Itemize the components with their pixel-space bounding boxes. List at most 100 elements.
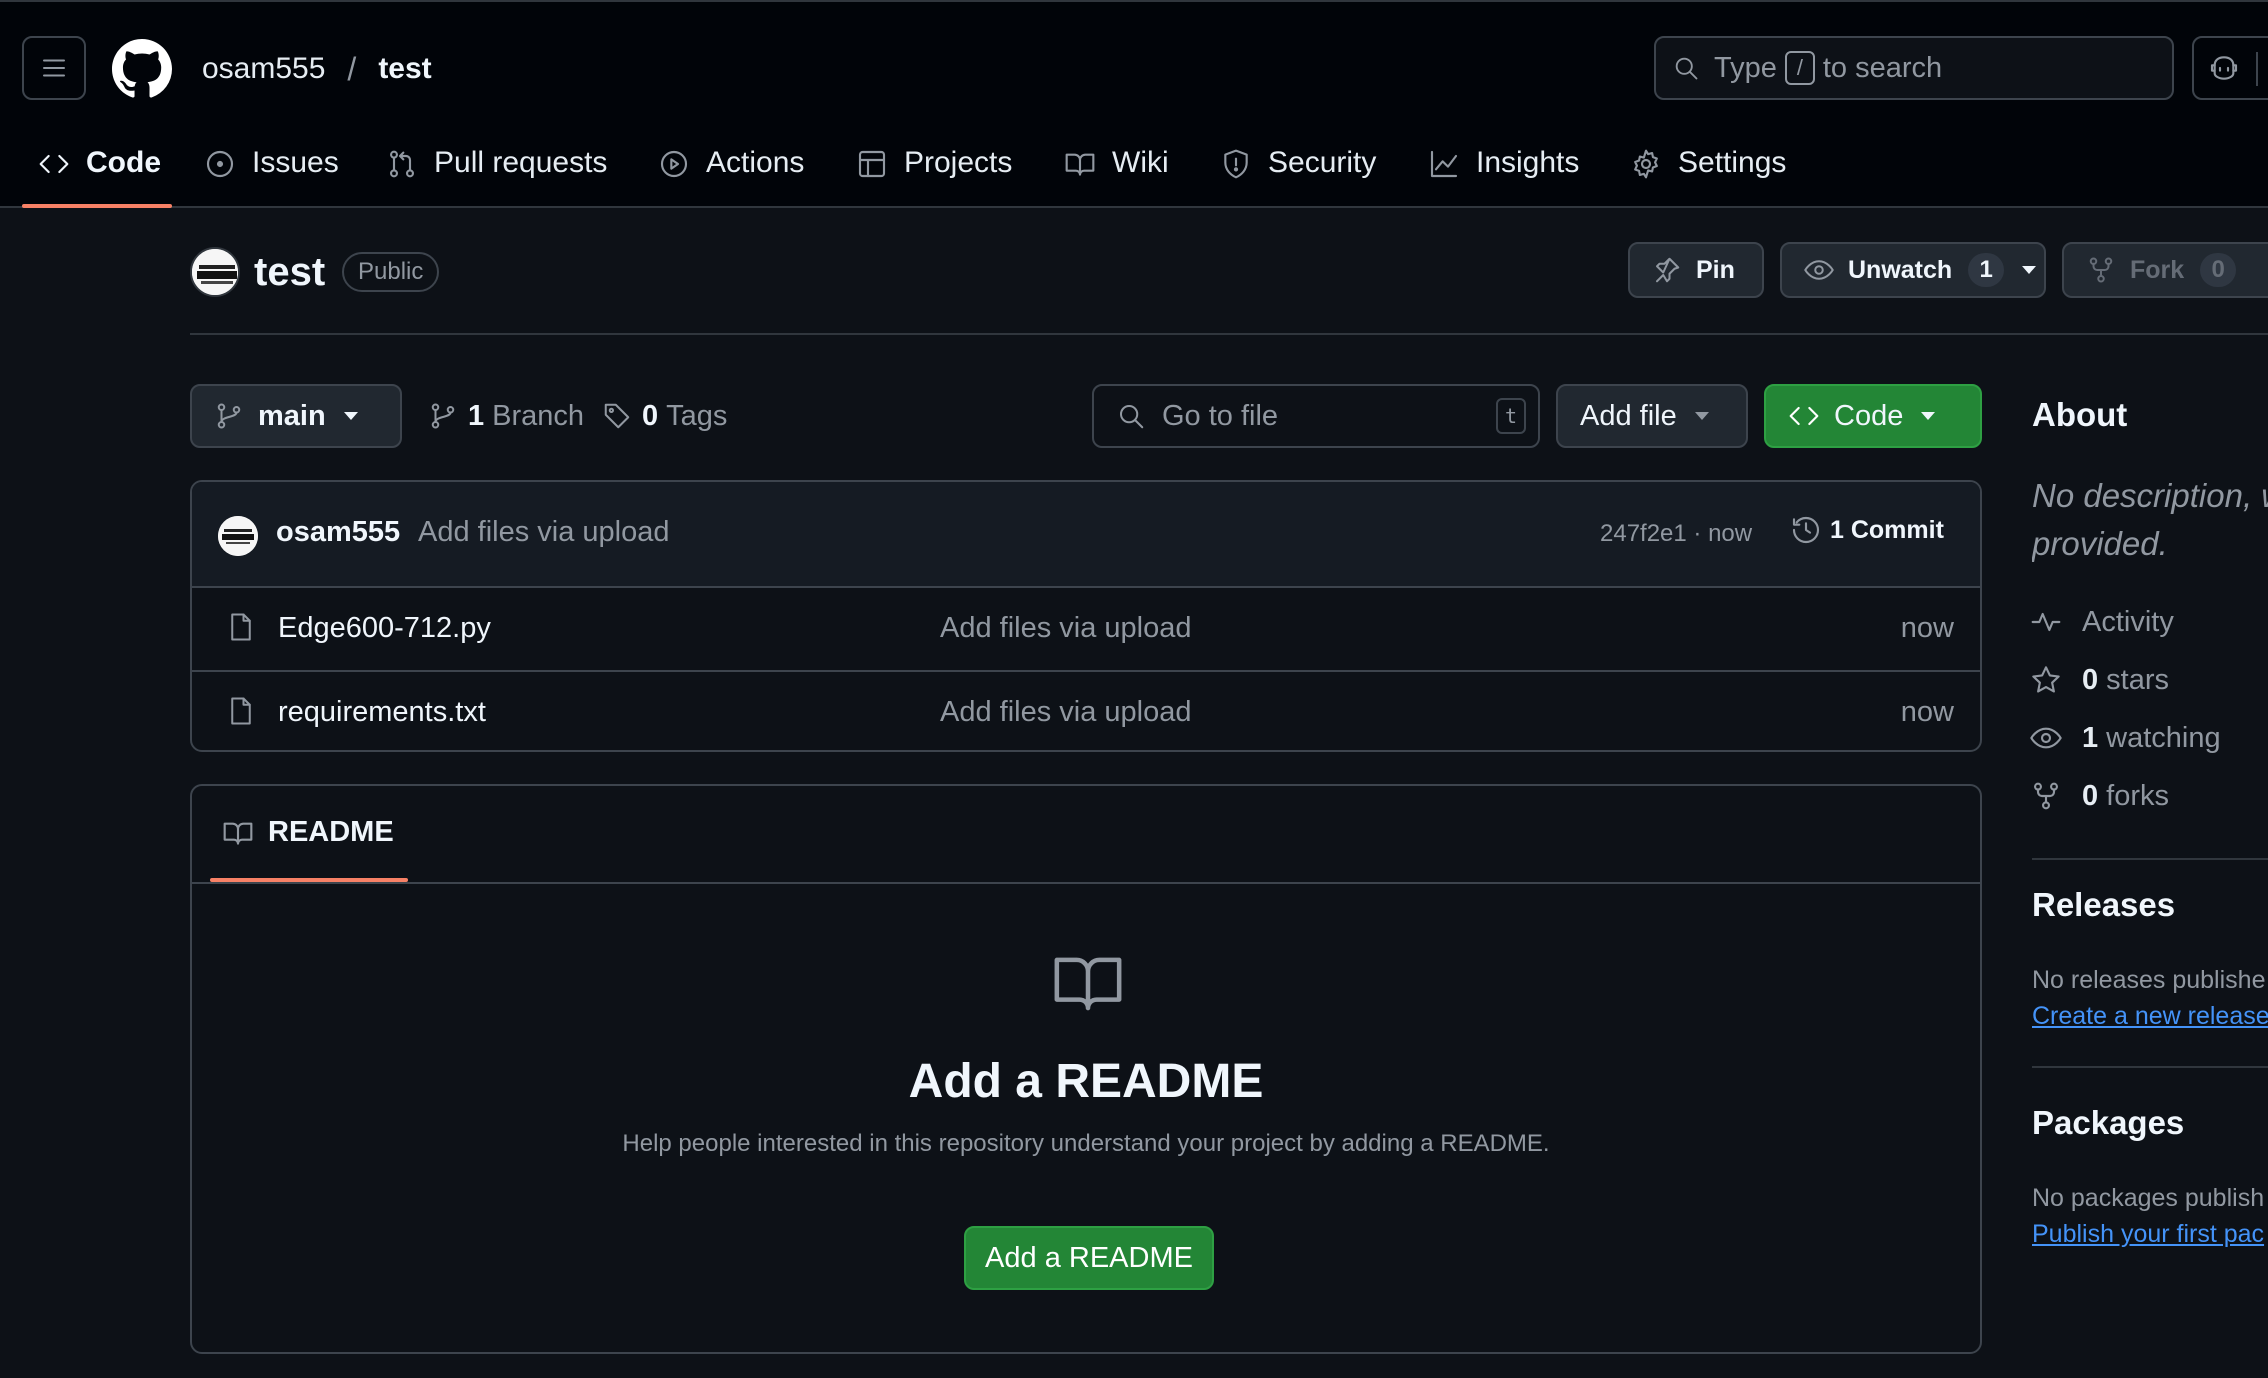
code-icon — [1788, 400, 1820, 432]
table-row: requirements.txt Add files via upload no… — [192, 670, 1980, 750]
forks-link[interactable]: 0 forks — [2030, 776, 2169, 816]
pin-icon — [1652, 255, 1682, 285]
readme-panel: README Add a README Help people interest… — [190, 784, 1982, 1354]
commit-author[interactable]: osam555 — [276, 516, 400, 549]
commit-message[interactable]: Add files via upload — [418, 516, 670, 549]
issue-icon — [204, 148, 236, 180]
branch-icon — [214, 401, 244, 431]
tag-count: 0 — [642, 399, 659, 432]
github-logo-icon[interactable] — [112, 39, 172, 99]
search-icon — [1116, 401, 1146, 431]
pin-button[interactable]: Pin — [1628, 242, 1764, 298]
divider — [2032, 1066, 2268, 1068]
go-to-file-shortcut: t — [1496, 398, 1526, 434]
breadcrumb-owner[interactable]: osam555 — [202, 52, 325, 86]
chevron-down-icon — [1694, 412, 1709, 420]
tab-actions-label: Actions — [706, 146, 805, 179]
commits-link[interactable]: 1 Commit — [1790, 514, 1944, 546]
tab-wiki[interactable]: Wiki — [1064, 132, 1169, 210]
tab-issues-label: Issues — [252, 146, 339, 179]
search-suffix: to search — [1822, 51, 1943, 84]
file-name[interactable]: Edge600-712.py — [278, 612, 491, 645]
avatar[interactable] — [218, 516, 258, 556]
publish-package-link[interactable]: Publish your first pac — [2032, 1220, 2268, 1249]
tab-code-label: Code — [86, 146, 161, 179]
search-shortcut-key: / — [1784, 51, 1815, 85]
activity-label: Activity — [2082, 605, 2174, 638]
file-commit-message[interactable]: Add files via upload — [940, 612, 1192, 645]
pin-label: Pin — [1696, 255, 1735, 284]
shield-icon — [1220, 148, 1252, 180]
branch-selector[interactable]: main — [190, 384, 402, 448]
active-tab-indicator — [210, 878, 408, 882]
readme-help-text: Help people interested in this repositor… — [622, 1130, 1550, 1157]
about-description: No description, w provided. — [2032, 472, 2268, 568]
readme-header: README — [192, 786, 1980, 884]
releases-heading[interactable]: Releases — [2032, 886, 2175, 924]
branch-label: Branch — [492, 399, 585, 432]
add-readme-button[interactable]: Add a README — [964, 1226, 1214, 1290]
book-icon — [1064, 148, 1096, 180]
global-search-input[interactable]: Type / to search — [1654, 36, 2174, 100]
create-release-link[interactable]: Create a new release — [2032, 1002, 2268, 1031]
unwatch-button[interactable]: Unwatch 1 — [1780, 242, 2046, 298]
eye-icon — [1804, 255, 1834, 285]
commit-hash-time[interactable]: 247f2e1 · now — [1600, 520, 1752, 548]
play-icon — [658, 148, 690, 180]
about-heading: About — [2032, 396, 2128, 433]
global-header: osam555 / test Type / to search Code Iss… — [0, 0, 2268, 208]
packages-heading[interactable]: Packages — [2032, 1104, 2184, 1142]
tab-wiki-label: Wiki — [1112, 146, 1169, 179]
watch-count: 1 — [1968, 253, 2005, 287]
menu-button[interactable] — [22, 36, 86, 100]
breadcrumb-repo[interactable]: test — [378, 52, 431, 86]
file-commit-message[interactable]: Add files via upload — [940, 696, 1192, 729]
file-icon — [226, 610, 256, 644]
tab-pull-requests[interactable]: Pull requests — [386, 132, 607, 210]
tab-insights[interactable]: Insights — [1428, 132, 1579, 210]
about-description-line: No description, w — [2032, 477, 2268, 514]
file-icon — [226, 694, 256, 728]
file-name[interactable]: requirements.txt — [278, 696, 486, 729]
go-to-file-input[interactable]: Go to file t — [1092, 384, 1540, 448]
about-description-line: provided. — [2032, 525, 2168, 562]
tab-code[interactable]: Code — [38, 132, 161, 210]
tab-readme[interactable]: README — [222, 816, 394, 849]
tab-security[interactable]: Security — [1220, 132, 1376, 210]
fork-icon — [2030, 780, 2062, 812]
tab-issues[interactable]: Issues — [204, 132, 339, 210]
fork-count: 0 — [2200, 253, 2237, 287]
tags-link[interactable]: 0 Tags — [602, 394, 727, 438]
tab-insights-label: Insights — [1476, 146, 1580, 179]
readme-empty-heading: Add a README — [908, 1055, 1264, 1108]
tab-actions[interactable]: Actions — [658, 132, 804, 210]
branch-icon — [428, 401, 458, 431]
copilot-button[interactable] — [2192, 36, 2268, 100]
repo-title[interactable]: test — [254, 250, 325, 295]
code-button[interactable]: Code — [1764, 384, 1982, 448]
branches-link[interactable]: 1 Branch — [428, 394, 584, 438]
tab-settings[interactable]: Settings — [1630, 132, 1786, 210]
gear-icon — [1630, 148, 1662, 180]
fork-button[interactable]: Fork 0 — [2062, 242, 2268, 298]
go-to-file-placeholder: Go to file — [1162, 399, 1279, 432]
activity-link[interactable]: Activity — [2030, 602, 2174, 642]
book-icon — [222, 817, 254, 849]
add-file-button[interactable]: Add file — [1556, 384, 1748, 448]
watching-label: watching — [2106, 721, 2221, 754]
pulse-icon — [2030, 606, 2062, 638]
avatar[interactable] — [190, 247, 240, 297]
code-icon — [38, 148, 70, 180]
chevron-down-icon — [343, 412, 358, 420]
copilot-icon — [2208, 52, 2240, 84]
watching-link[interactable]: 1 watching — [2030, 718, 2221, 758]
search-prefix: Type — [1714, 51, 1777, 84]
file-time: now — [1900, 612, 1954, 644]
stars-link[interactable]: 0 stars — [2030, 660, 2169, 700]
tab-projects[interactable]: Projects — [856, 132, 1012, 210]
divider — [2032, 858, 2268, 860]
tag-icon — [602, 401, 632, 431]
readme-tab-label: README — [268, 816, 394, 848]
code-button-label: Code — [1834, 399, 1904, 432]
tab-settings-label: Settings — [1678, 146, 1787, 179]
